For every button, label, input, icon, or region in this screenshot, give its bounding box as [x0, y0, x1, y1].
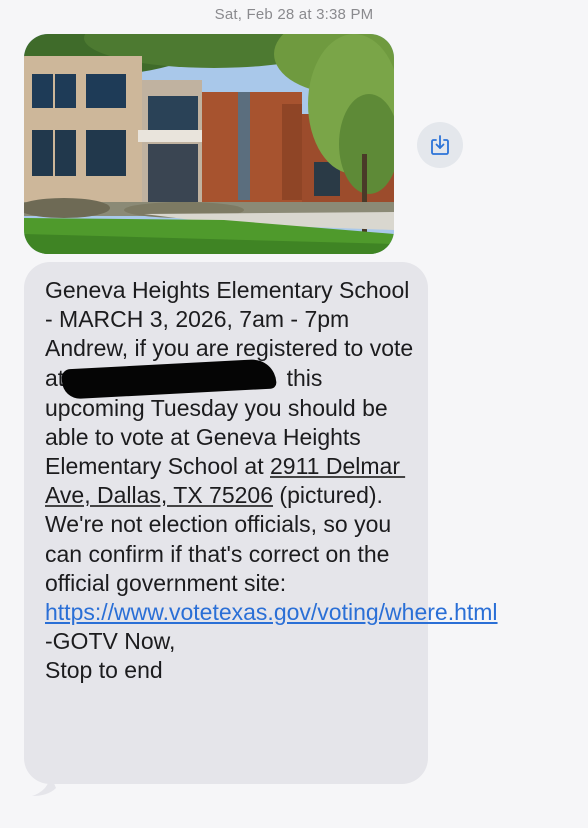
redacted-address [61, 358, 277, 400]
message-title-line: Geneva Heights Elementary School - MARCH… [45, 277, 416, 333]
attached-photo[interactable] [24, 34, 394, 254]
timestamp-time: 3:38 PM [316, 6, 374, 23]
stop-line: Stop to end [45, 657, 163, 684]
bubble-tail [32, 774, 56, 796]
message-text: Geneva Heights Elementary School - MARCH… [45, 276, 498, 686]
message-timestamp: Sat, Feb 28 at 3:38 PM [0, 6, 588, 23]
save-attachment-button[interactable] [417, 122, 463, 168]
message-body: Andrew, if you are registered to vote at… [45, 334, 498, 627]
signoff-line: -GOTV Now, [45, 628, 176, 655]
timestamp-at: at [298, 6, 312, 23]
square-and-arrow-down-icon [431, 135, 449, 155]
votetexas-link[interactable]: https://www.votetexas.gov/voting/where.h… [45, 599, 498, 625]
school-photo-image [24, 34, 394, 254]
timestamp-date: Sat, Feb 28 [214, 6, 295, 23]
